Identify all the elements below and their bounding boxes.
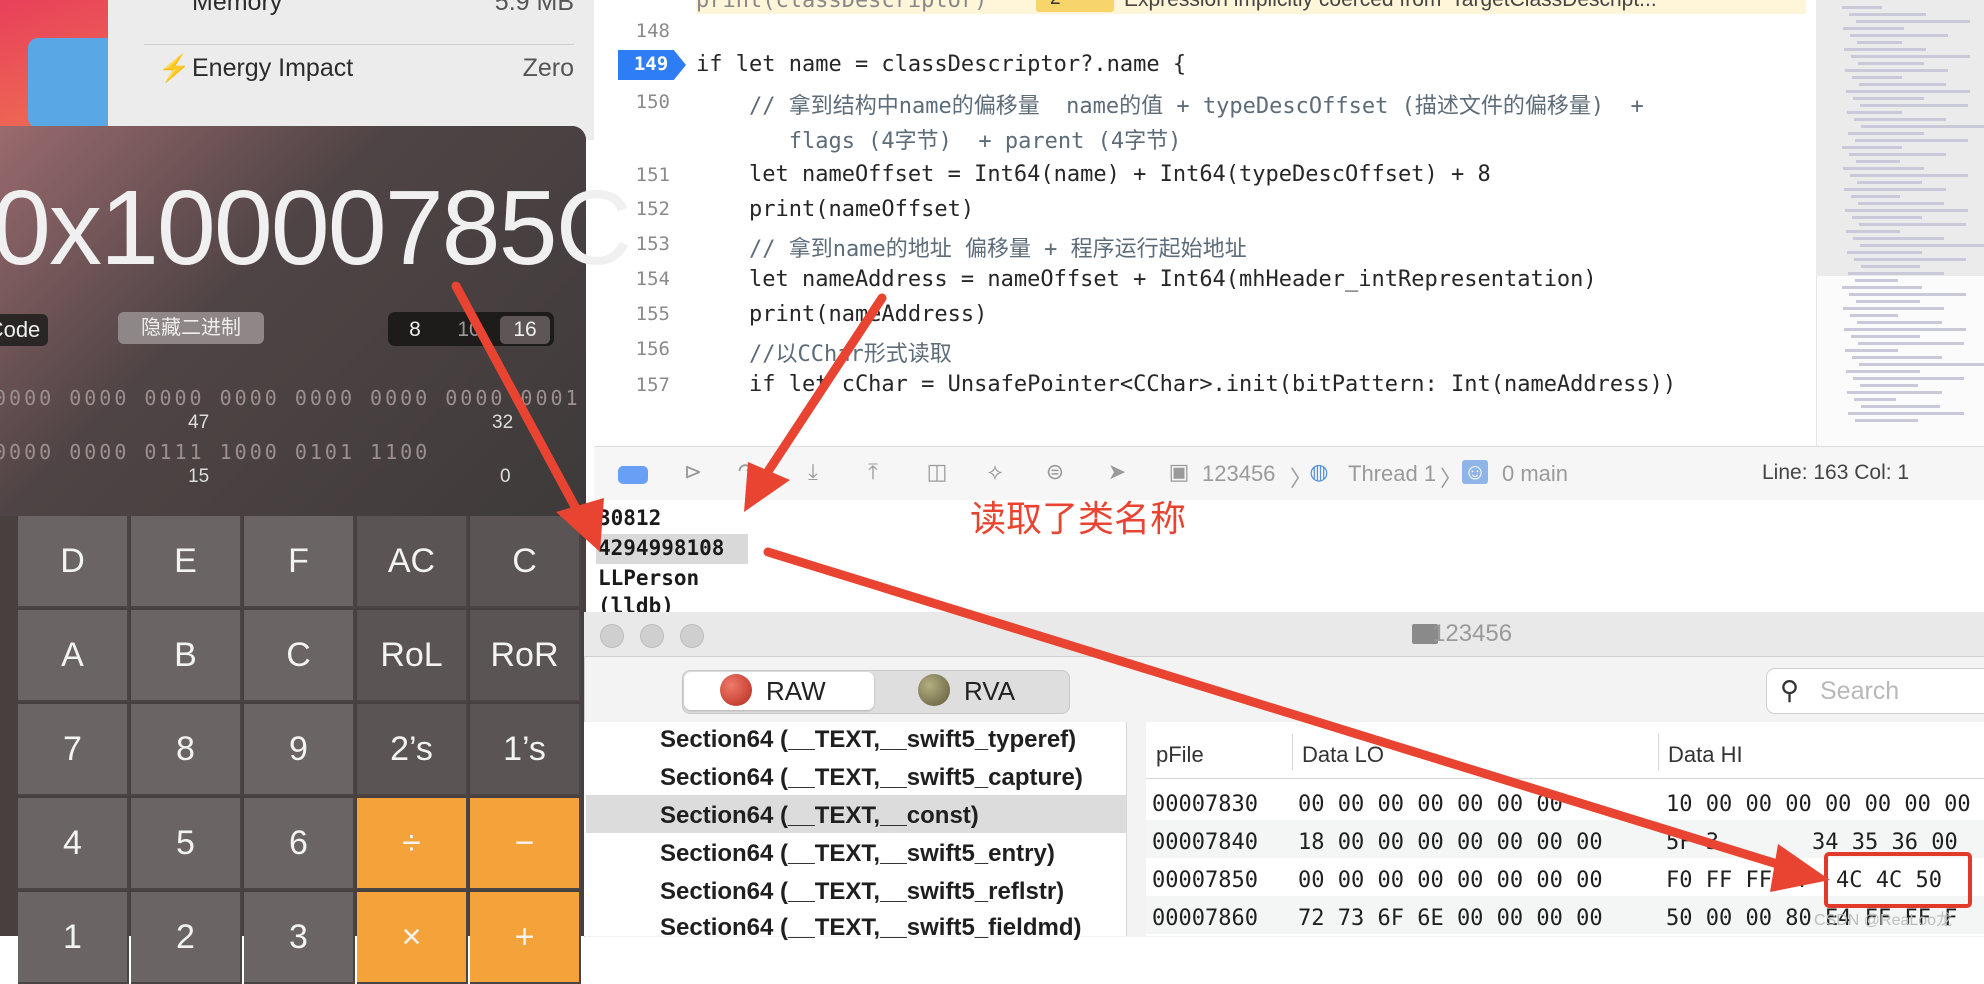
arrow-code-to-console (760, 293, 887, 481)
arrow-head (1770, 844, 1830, 892)
arrow-head (556, 498, 604, 552)
arrow-console-to-hex (763, 547, 1795, 873)
annotation-arrows (451, 281, 1830, 892)
arrow-display-to-console (451, 281, 585, 521)
